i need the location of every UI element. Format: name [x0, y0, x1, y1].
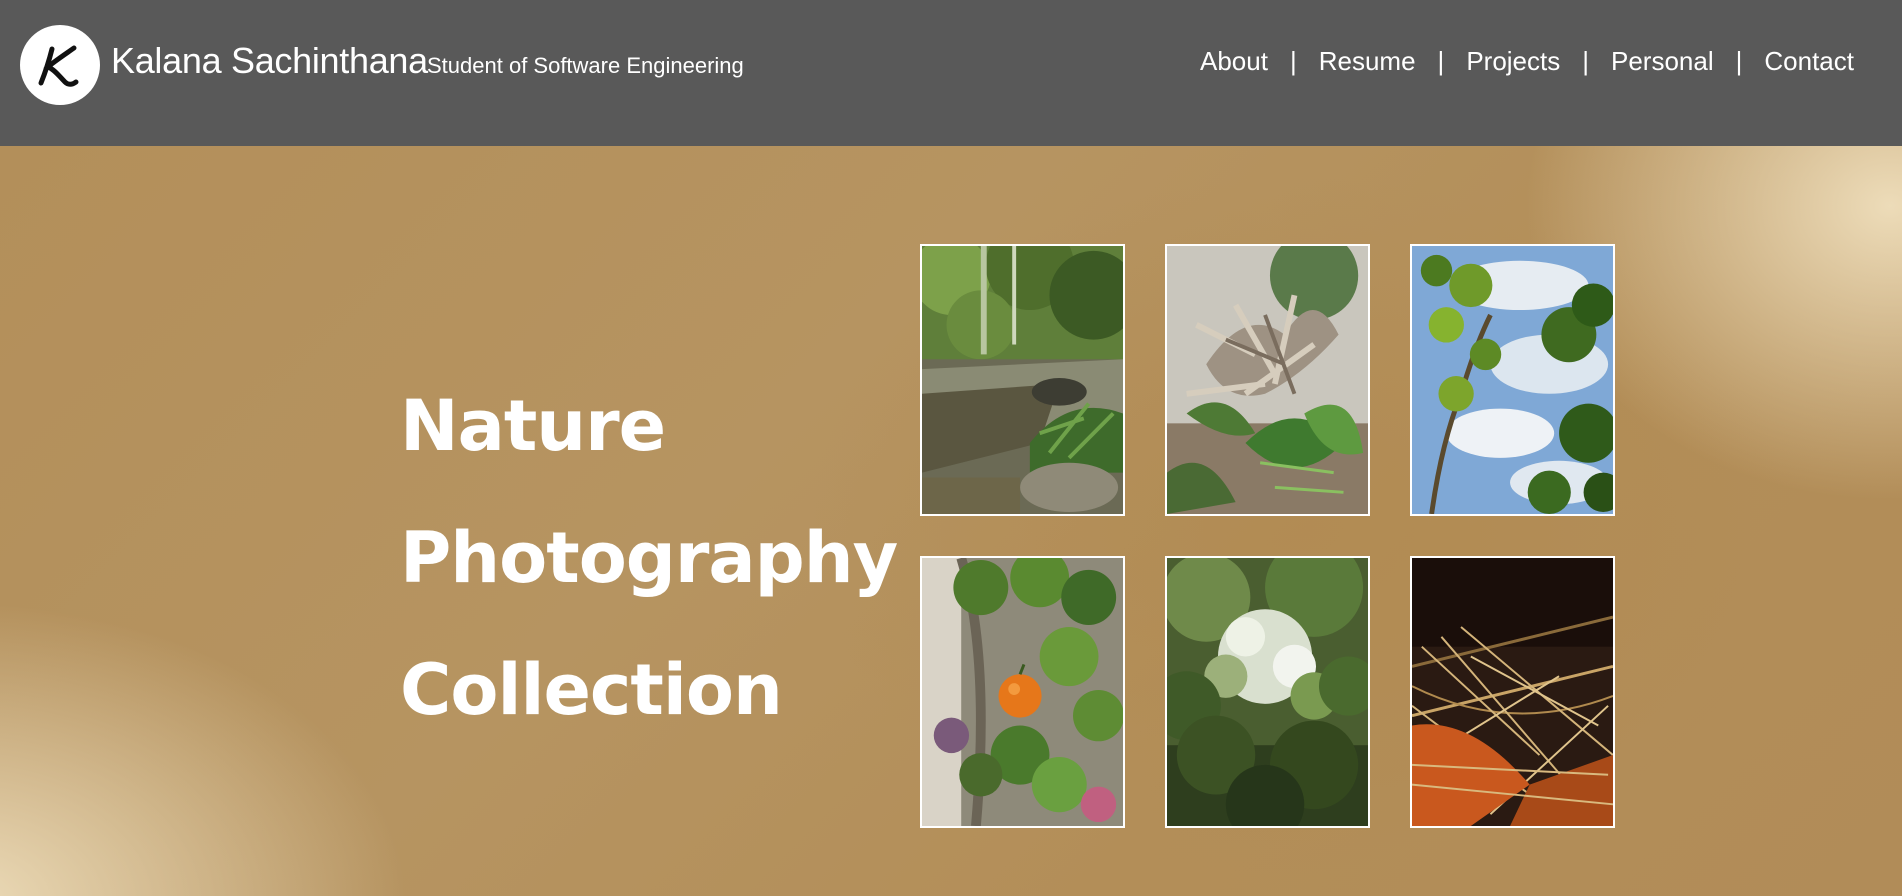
logo-k-icon[interactable] [20, 25, 100, 105]
nav-separator: | [1437, 46, 1445, 76]
nav-resume[interactable]: Resume [1319, 46, 1416, 77]
nav-separator: | [1735, 46, 1743, 76]
logo-k-glyph [38, 45, 79, 87]
hero-title-line-2: Photography [400, 517, 898, 599]
hero-title: Nature Photography Collection [400, 360, 898, 756]
nav-separator: | [1289, 46, 1297, 76]
main-nav: About | Resume | Projects | Personal | C… [1200, 46, 1854, 77]
sky-leaves-photo[interactable] [1410, 244, 1615, 516]
photo-gallery [920, 244, 1615, 828]
hero-section: Nature Photography Collection [0, 146, 1902, 896]
site-name[interactable]: Kalana Sachinthana [111, 40, 428, 82]
site-header: Kalana Sachinthana Student of Software E… [0, 0, 1902, 146]
nav-projects[interactable]: Projects [1466, 46, 1560, 77]
hero-title-line-1: Nature [400, 385, 666, 467]
nav-personal[interactable]: Personal [1611, 46, 1714, 77]
nav-separator: | [1582, 46, 1589, 76]
nav-contact[interactable]: Contact [1764, 46, 1854, 77]
nav-about[interactable]: About [1200, 46, 1268, 77]
dry-grass-nest-photo[interactable] [1410, 556, 1615, 828]
hero-title-line-3: Collection [400, 649, 783, 731]
tree-canopy-photo[interactable] [1165, 556, 1370, 828]
site-tagline: Student of Software Engineering [427, 53, 744, 78]
driftwood-plants-photo[interactable] [1165, 244, 1370, 516]
orange-fruit-vine-photo[interactable] [920, 556, 1125, 828]
river-stream-photo[interactable] [920, 244, 1125, 516]
